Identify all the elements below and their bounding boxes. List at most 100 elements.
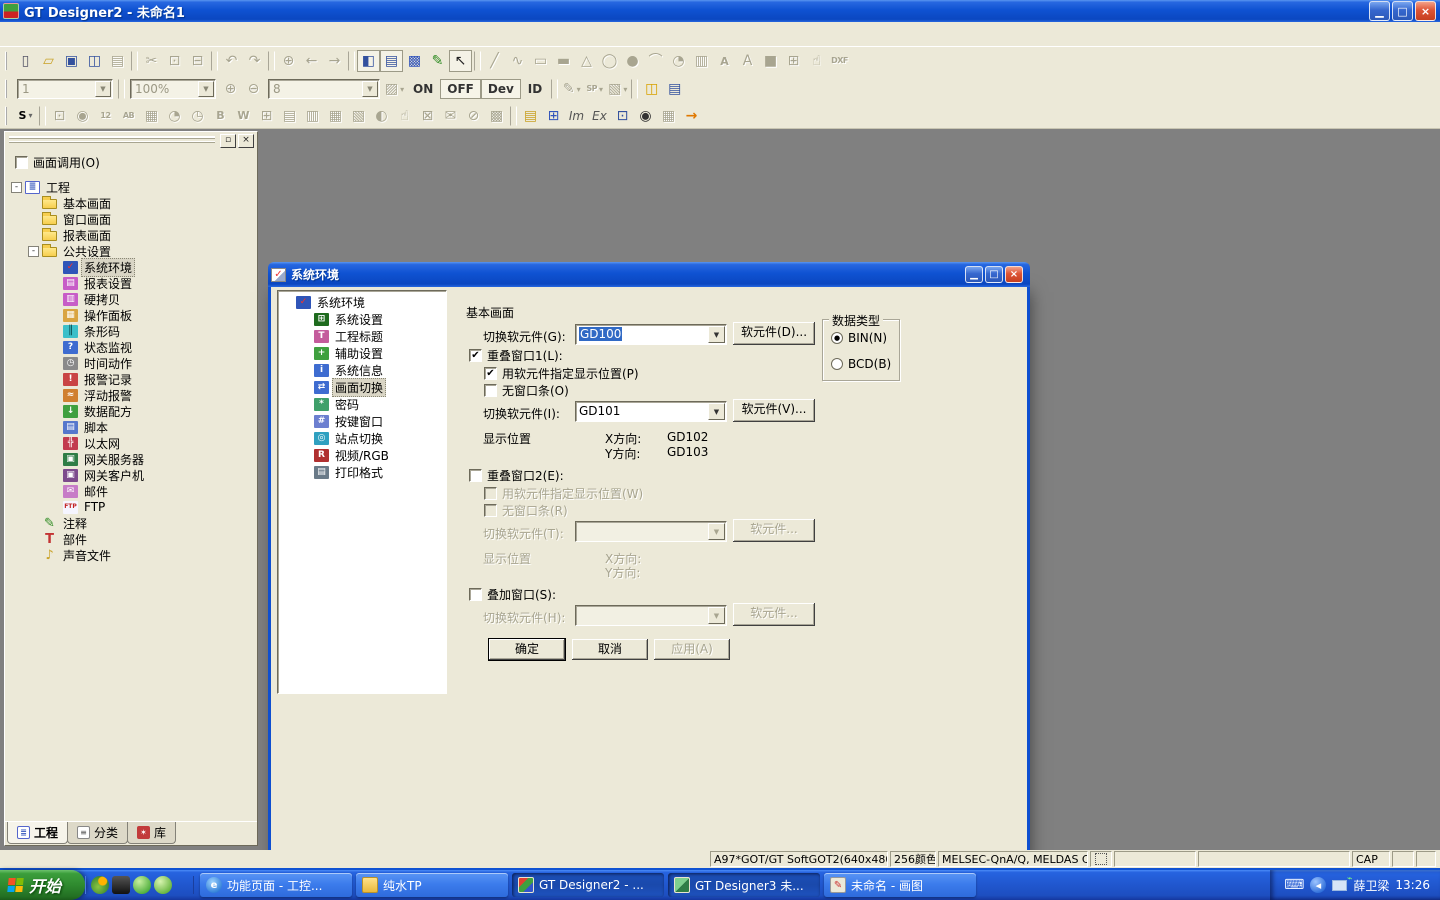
tree-mail[interactable]: ✉ 邮件 (5, 483, 257, 499)
chevron-down-icon[interactable]: ▼ (708, 403, 725, 420)
tree-barcode[interactable]: ║ 条形码 (5, 323, 257, 339)
tree-comment[interactable]: ✎ 注释 (5, 515, 257, 531)
menu-screen[interactable] (56, 30, 74, 38)
panel-float-button[interactable]: ▫ (220, 134, 236, 148)
tree-status-watch[interactable]: ? 状态监视 (5, 339, 257, 355)
tree-expander[interactable]: - (28, 246, 39, 257)
edit-pen-icon[interactable]: ✎ (426, 50, 449, 72)
dialog-tree-print-format[interactable]: ▤ 打印格式 (278, 464, 446, 481)
tree-alarm-history[interactable]: ! 报警记录 (5, 371, 257, 387)
window-maximize-button[interactable]: □ (1392, 1, 1413, 21)
tree-hard-copy[interactable]: ▥ 硬拷贝 (5, 291, 257, 307)
new-screen-icon[interactable]: ◫ (83, 50, 106, 72)
tree-recipe[interactable]: ↓ 数据配方 (5, 403, 257, 419)
tree-gateway-server[interactable]: ▣ 网关服务器 (5, 451, 257, 467)
bcd-radio[interactable] (831, 358, 843, 370)
start-button[interactable]: 开始 (0, 870, 85, 900)
dialog-tree-video-rgb[interactable]: R 视频/RGB (278, 447, 446, 464)
dialog-tree-password[interactable]: * 密码 (278, 396, 446, 413)
chevron-down-icon[interactable]: ▼ (708, 326, 725, 343)
dialog-minimize-button[interactable]: ▁ (965, 266, 983, 283)
tab-project[interactable]: ≣ 工程 (7, 822, 68, 844)
panel-close-button[interactable]: × (238, 134, 254, 148)
window-preview-icon[interactable]: ▩ (403, 50, 426, 72)
switch-dropdown-button[interactable]: S (14, 105, 37, 127)
language-bar-icon[interactable]: ◂ (1310, 877, 1326, 893)
window-close-button[interactable]: × (1415, 1, 1436, 21)
select-cursor-icon[interactable]: ↖ (449, 50, 472, 72)
open-icon[interactable]: ▱ (37, 50, 60, 72)
dialog-maximize-button[interactable]: □ (985, 266, 1003, 283)
menu-communication[interactable] (146, 30, 164, 38)
menu-help[interactable] (182, 30, 200, 38)
menu-window[interactable] (164, 30, 182, 38)
menu-edit[interactable] (20, 30, 38, 38)
tree-report-settings[interactable]: ▤ 报表设置 (5, 275, 257, 291)
data-browser-icon[interactable]: ⊞ (542, 105, 565, 127)
quick-launch-browser-icon[interactable] (133, 876, 151, 894)
task-function-page[interactable]: e 功能页面 - 工控... (200, 873, 352, 897)
task-gt-designer3[interactable]: GT Designer3 未... (668, 873, 820, 897)
dialog-tree-system-information[interactable]: i 系统信息 (278, 362, 446, 379)
device-button-2[interactable]: 软元件(V)... (733, 399, 815, 422)
tab-library[interactable]: ✶ 库 (127, 822, 176, 844)
menu-tools[interactable] (128, 30, 146, 38)
quick-launch-update-icon[interactable] (154, 876, 172, 894)
menu-project[interactable] (2, 30, 20, 38)
window-minimize-button[interactable]: ▁ (1369, 1, 1390, 21)
lamp-off-button[interactable]: OFF (440, 79, 481, 99)
id-display-button[interactable]: ID (521, 79, 549, 99)
chevron-down-icon[interactable]: ▼ (95, 81, 111, 97)
chevron-down-icon[interactable]: ▼ (362, 81, 378, 97)
tree-window-screen[interactable]: 窗口画面 (5, 211, 257, 227)
tree-script[interactable]: ▤ 脚本 (5, 419, 257, 435)
task-gt-designer2[interactable]: GT Designer2 - ... (512, 873, 664, 897)
tree-system-environment[interactable]: ✓ 系统环境 (5, 259, 257, 275)
tree-sound-file[interactable]: ♪ 声音文件 (5, 547, 257, 563)
lamp-on-button[interactable]: ON (406, 79, 440, 99)
switch-device-combo[interactable]: GD100 ▼ (575, 324, 727, 345)
task-paint[interactable]: ✎ 未命名 - 画图 (824, 873, 976, 897)
overlap-window2-checkbox[interactable] (469, 469, 482, 482)
menu-object[interactable] (110, 30, 128, 38)
tree-expander[interactable]: - (11, 182, 22, 193)
menu-figure[interactable] (92, 30, 110, 38)
export-icon[interactable]: Ex (588, 105, 611, 127)
tree-parts[interactable]: T 部件 (5, 531, 257, 547)
print-preview-icon[interactable]: ⊡ (611, 105, 634, 127)
menu-common-settings[interactable] (74, 30, 92, 38)
task-folder-pure-water[interactable]: 纯水TP (356, 873, 508, 897)
quick-launch-player-icon[interactable] (91, 876, 109, 894)
tree-ftp[interactable]: FTP FTP (5, 499, 257, 515)
quick-launch-security-icon[interactable] (112, 876, 130, 894)
dialog-tree-station-switching[interactable]: ◎ 站点切换 (278, 430, 446, 447)
tree-time-action[interactable]: ◷ 时间动作 (5, 355, 257, 371)
dialog-tree-system-settings[interactable]: ⊞ 系统设置 (278, 311, 446, 328)
memo-board-icon[interactable]: ▤ (519, 105, 542, 127)
tree-report-screen[interactable]: 报表画面 (5, 227, 257, 243)
quick-launch-overflow-chevron[interactable] (175, 876, 187, 894)
jump-icon[interactable]: → (680, 105, 703, 127)
ok-button[interactable]: 确定 (489, 639, 565, 660)
new-icon[interactable]: ▯ (14, 50, 37, 72)
superimpose-window-checkbox[interactable] (469, 588, 482, 601)
overlap-window1-checkbox[interactable]: ✔ (469, 349, 482, 362)
screen-number-combo[interactable]: 1 ▼ (17, 79, 113, 99)
import-icon[interactable]: Im (565, 105, 588, 127)
tree-floating-alarm[interactable]: ≈ 浮动报警 (5, 387, 257, 403)
menu-view[interactable] (38, 30, 56, 38)
dialog-tree-project-title[interactable]: T 工程标题 (278, 328, 446, 345)
screen-call-icon[interactable]: ◫ (640, 78, 663, 100)
keyboard-icon[interactable]: ⌨ (1284, 877, 1304, 893)
tree-gateway-client[interactable]: ▣ 网关客户机 (5, 467, 257, 483)
screen-call-checkbox[interactable] (15, 156, 28, 169)
dialog-tree-screen-switching[interactable]: ⇄ 画面切换 (278, 379, 446, 396)
tree-ethernet[interactable]: ╬ 以太网 (5, 435, 257, 451)
panel-drag-handle[interactable] (9, 136, 215, 144)
data-view-icon[interactable]: ▤ (380, 50, 403, 72)
device-display-button[interactable]: Dev (481, 79, 521, 99)
dialog-tree-auxiliary-settings[interactable]: + 辅助设置 (278, 345, 446, 362)
find-device-icon[interactable]: ◉ (634, 105, 657, 127)
dialog-tree-system-environment[interactable]: ✓ 系统环境 (278, 294, 446, 311)
screen-image-icon[interactable]: ◧ (357, 50, 380, 72)
